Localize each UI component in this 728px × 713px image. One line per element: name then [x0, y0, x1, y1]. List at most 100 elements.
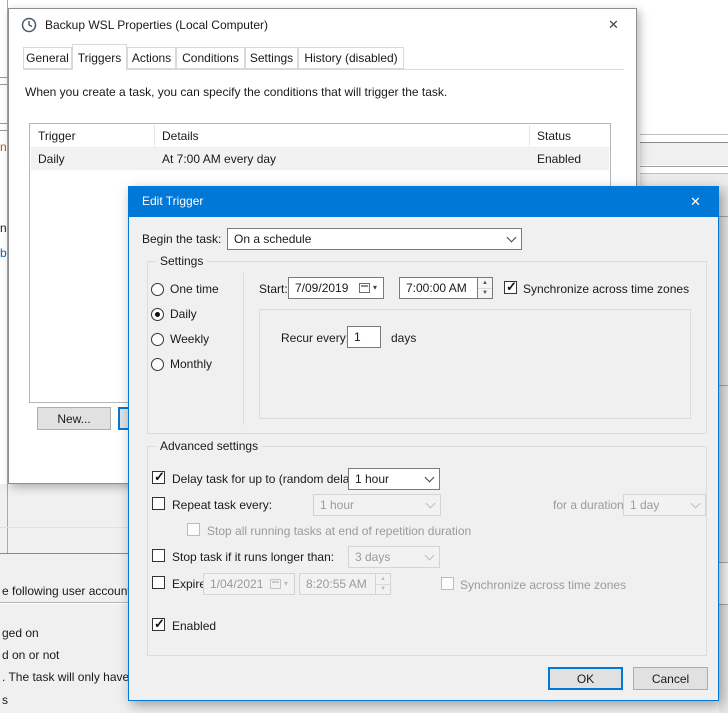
triggers-description: When you create a task, you can specify …	[25, 85, 447, 99]
tab-actions[interactable]: Actions	[127, 47, 176, 69]
duration-value: 1 day	[630, 498, 659, 512]
stop-task-select: 3 days	[348, 546, 440, 568]
edit-trigger-title: Edit Trigger	[142, 194, 203, 208]
start-date-value: 7/09/2019	[295, 281, 348, 295]
spin-down-icon[interactable]	[478, 289, 492, 299]
background-text-fragment: s	[2, 693, 8, 707]
start-date-picker[interactable]: 7/09/2019	[288, 277, 384, 299]
background-line	[719, 562, 728, 563]
enabled-label[interactable]: Enabled	[172, 619, 216, 633]
advanced-settings-label: Advanced settings	[156, 439, 262, 453]
start-time-value: 7:00:00 AM	[406, 281, 467, 295]
tab-settings[interactable]: Settings	[245, 47, 298, 69]
tab-label: Conditions	[182, 51, 239, 65]
radio-monthly[interactable]	[151, 358, 164, 371]
background-line	[0, 130, 7, 131]
radio-daily-label[interactable]: Daily	[170, 307, 197, 321]
background-text-fragment: . The task will only have	[2, 670, 129, 684]
spinner-buttons[interactable]	[477, 278, 492, 298]
tab-label: General	[26, 51, 69, 65]
begin-task-label: Begin the task:	[142, 232, 221, 246]
delay-task-checkbox[interactable]	[152, 471, 165, 484]
background-text-fragment: d on or not	[2, 648, 59, 662]
tab-history[interactable]: History (disabled)	[298, 47, 404, 69]
sync-timezones-label[interactable]: Synchronize across time zones	[523, 282, 689, 296]
background-text-fragment: b	[0, 246, 7, 260]
delay-task-label[interactable]: Delay task for up to (random delay):	[172, 472, 363, 486]
column-header-status[interactable]: Status	[529, 124, 611, 147]
column-header-details[interactable]: Details	[154, 124, 529, 147]
expire-time-value: 8:20:55 AM	[306, 577, 367, 591]
dropdown-arrow-icon	[373, 283, 377, 293]
cancel-button[interactable]: Cancel	[633, 667, 708, 690]
column-label: Trigger	[38, 129, 76, 143]
cell-status: Enabled	[537, 152, 581, 166]
expire-time-spinner: 8:20:55 AM	[299, 573, 391, 595]
stop-task-label[interactable]: Stop task if it runs longer than:	[172, 550, 334, 564]
radio-weekly[interactable]	[151, 333, 164, 346]
spin-down-icon	[376, 585, 390, 595]
tab-triggers[interactable]: Triggers	[72, 44, 127, 70]
expire-date-picker: 1/04/2021	[203, 573, 295, 595]
stop-all-tasks-checkbox	[187, 523, 200, 536]
table-row[interactable]: Daily At 7:00 AM every day Enabled	[31, 148, 609, 170]
ok-button-label: OK	[577, 672, 594, 686]
background-line	[640, 134, 728, 135]
close-icon: ✕	[608, 17, 619, 33]
background-line	[0, 84, 7, 85]
radio-weekly-label[interactable]: Weekly	[170, 332, 209, 346]
begin-task-select[interactable]: On a schedule	[227, 228, 522, 250]
chevron-down-icon	[425, 550, 435, 560]
start-time-spinner[interactable]: 7:00:00 AM	[399, 277, 493, 299]
background-right-strip	[719, 186, 728, 713]
spin-up-icon[interactable]	[478, 278, 492, 289]
radio-daily[interactable]	[151, 308, 164, 321]
new-button[interactable]: New...	[37, 407, 111, 430]
background-line	[719, 385, 728, 386]
column-label: Details	[162, 129, 199, 143]
expire-checkbox[interactable]	[152, 576, 165, 589]
stop-task-checkbox[interactable]	[152, 549, 165, 562]
spin-up-icon	[376, 574, 390, 585]
tab-conditions[interactable]: Conditions	[176, 47, 245, 69]
close-icon: ✕	[690, 194, 701, 210]
cell-details: At 7:00 AM every day	[162, 152, 276, 166]
tab-general[interactable]: General	[23, 47, 72, 69]
new-button-label: New...	[57, 412, 90, 426]
background-line	[719, 604, 728, 605]
cancel-button-label: Cancel	[652, 672, 689, 686]
begin-task-value: On a schedule	[234, 232, 311, 246]
repeat-task-checkbox[interactable]	[152, 497, 165, 510]
tab-label: Actions	[132, 51, 171, 65]
radio-one-time[interactable]	[151, 283, 164, 296]
background-line	[0, 603, 128, 604]
cell-trigger: Daily	[38, 152, 65, 166]
column-separator	[529, 125, 530, 146]
start-label: Start:	[259, 282, 288, 296]
expire-sync-label: Synchronize across time zones	[460, 578, 626, 592]
background-band	[719, 563, 728, 604]
background-text-fragment: ged on	[2, 626, 39, 640]
radio-one-time-label[interactable]: One time	[170, 282, 219, 296]
repeat-task-select: 1 hour	[313, 494, 441, 516]
tab-label: Settings	[250, 51, 293, 65]
enabled-checkbox[interactable]	[152, 618, 165, 631]
background-text-fragment: e following user account	[2, 584, 131, 598]
repeat-task-label[interactable]: Repeat task every:	[172, 498, 272, 512]
recur-every-input[interactable]: 1	[347, 326, 381, 348]
expire-sync-checkbox	[441, 577, 454, 590]
background-line	[0, 123, 7, 124]
ok-button[interactable]: OK	[548, 667, 623, 690]
sync-timezones-checkbox[interactable]	[504, 281, 517, 294]
tab-label: Triggers	[78, 51, 122, 65]
properties-close-button[interactable]: ✕	[591, 9, 636, 40]
delay-task-select[interactable]: 1 hour	[348, 468, 440, 490]
chevron-down-icon	[426, 498, 436, 508]
edit-trigger-titlebar: Edit Trigger ✕	[129, 187, 718, 217]
background-text-fragment: n	[0, 221, 7, 235]
background-line	[719, 216, 728, 217]
column-header-trigger[interactable]: Trigger	[30, 124, 154, 147]
clock-icon	[21, 17, 37, 33]
radio-monthly-label[interactable]: Monthly	[170, 357, 212, 371]
edit-trigger-close-button[interactable]: ✕	[673, 187, 718, 217]
